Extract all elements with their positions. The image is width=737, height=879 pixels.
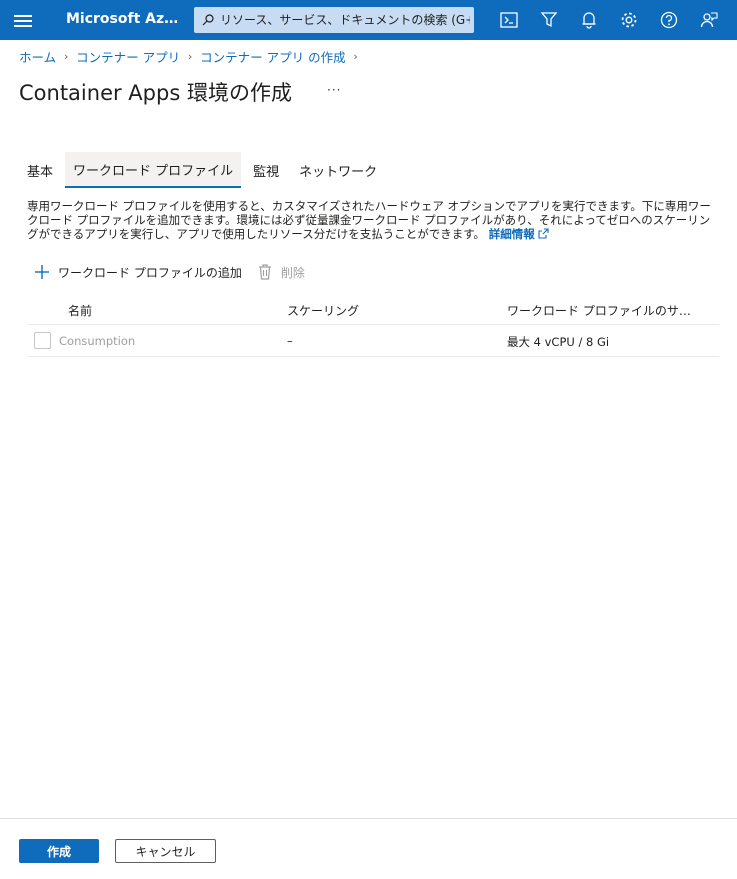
- delete-icon: [258, 264, 271, 280]
- search-input[interactable]: [220, 13, 470, 27]
- row-checkbox[interactable]: [34, 332, 51, 349]
- search-icon: [202, 14, 214, 26]
- tab-monitoring[interactable]: 監視: [245, 152, 287, 188]
- add-icon: [35, 265, 49, 279]
- tab-list: 基本 ワークロード プロファイル 監視 ネットワーク: [19, 152, 389, 188]
- workload-profiles-grid: 名前 スケーリング ワークロード プロファイルのサ… Consumption –…: [27, 293, 719, 357]
- row-name: Consumption: [59, 334, 136, 348]
- grid-header-row: 名前 スケーリング ワークロード プロファイルのサ…: [27, 293, 719, 325]
- notifications-icon[interactable]: [577, 8, 601, 32]
- breadcrumb-home[interactable]: ホーム: [19, 47, 56, 66]
- column-header-profile-size[interactable]: ワークロード プロファイルのサ…: [507, 302, 691, 319]
- chevron-right-icon: ›: [187, 50, 193, 63]
- top-navigation-bar: Microsoft Az…: [0, 0, 737, 40]
- cloud-shell-icon[interactable]: [497, 8, 521, 32]
- workload-profile-description: 専用ワークロード プロファイルを使用すると、カスタマイズされたハードウェア オプ…: [27, 199, 717, 241]
- chevron-right-icon: ›: [63, 50, 69, 63]
- create-button[interactable]: 作成: [19, 839, 99, 863]
- delete-label: 削除: [280, 265, 305, 280]
- learn-more-label: 詳細情報: [488, 227, 535, 241]
- breadcrumb-create-container-app[interactable]: コンテナー アプリ の作成: [200, 47, 345, 66]
- external-link-icon: [538, 228, 549, 239]
- column-header-scaling[interactable]: スケーリング: [287, 302, 359, 319]
- global-search[interactable]: [194, 7, 474, 33]
- table-row[interactable]: Consumption – 最大 4 vCPU / 8 Gi: [27, 325, 719, 357]
- page-title: Container Apps 環境の作成: [19, 81, 292, 105]
- more-options-icon[interactable]: ···: [327, 83, 341, 97]
- description-text: 専用ワークロード プロファイルを使用すると、カスタマイズされたハードウェア オプ…: [27, 199, 711, 241]
- breadcrumb-container-apps[interactable]: コンテナー アプリ: [76, 47, 180, 66]
- menu-icon[interactable]: [14, 12, 32, 28]
- add-workload-profile-button[interactable]: ワークロード プロファイルの追加: [35, 264, 242, 281]
- tab-basics[interactable]: 基本: [19, 152, 61, 188]
- tab-workload-profiles[interactable]: ワークロード プロファイル: [65, 152, 242, 188]
- help-icon[interactable]: [657, 8, 681, 32]
- add-workload-profile-label: ワークロード プロファイルの追加: [58, 265, 242, 280]
- chevron-right-icon: ›: [353, 50, 358, 63]
- feedback-icon[interactable]: [697, 8, 721, 32]
- delete-button[interactable]: 削除: [258, 264, 305, 281]
- portal-brand[interactable]: Microsoft Az…: [66, 11, 178, 27]
- column-header-name[interactable]: 名前: [68, 302, 92, 319]
- footer-action-bar: 作成 キャンセル: [0, 818, 737, 879]
- directory-filter-icon[interactable]: [537, 8, 561, 32]
- command-bar: ワークロード プロファイルの追加 削除: [35, 262, 305, 282]
- row-scaling: –: [287, 334, 293, 348]
- learn-more-link[interactable]: 詳細情報: [489, 227, 549, 241]
- cancel-button[interactable]: キャンセル: [115, 839, 216, 863]
- row-profile-size: 最大 4 vCPU / 8 Gi: [507, 335, 610, 349]
- breadcrumb: ホーム › コンテナー アプリ › コンテナー アプリ の作成 ›: [19, 47, 366, 66]
- settings-icon[interactable]: [617, 8, 641, 32]
- tab-networking[interactable]: ネットワーク: [291, 152, 385, 188]
